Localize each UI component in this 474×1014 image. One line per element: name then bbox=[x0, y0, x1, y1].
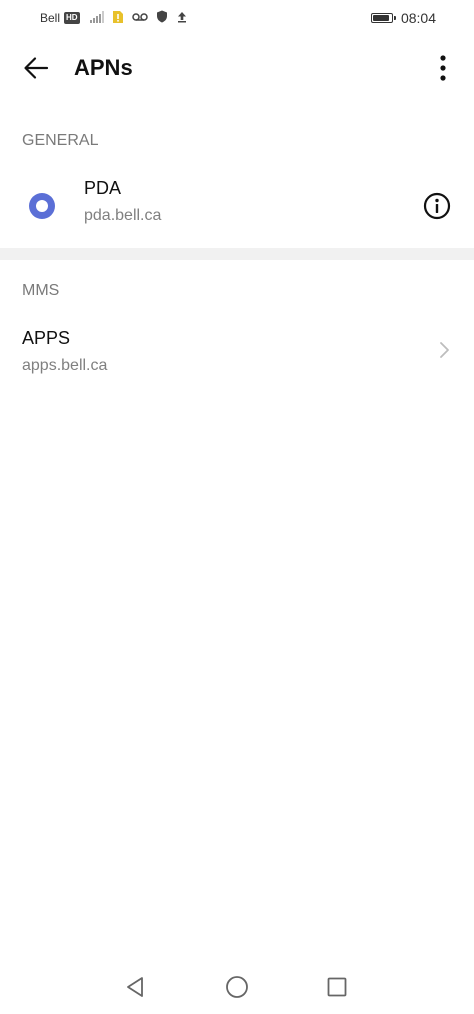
apn-item-apps[interactable]: APPS apps.bell.ca bbox=[0, 316, 474, 386]
section-divider bbox=[0, 248, 474, 260]
clock: 08:04 bbox=[400, 10, 436, 26]
apn-name: PDA bbox=[84, 178, 122, 198]
apn-address: pda.bell.ca bbox=[84, 207, 162, 224]
nav-recents-icon bbox=[327, 977, 347, 997]
status-bar-right: 08:04 bbox=[370, 10, 436, 26]
nav-back-icon bbox=[127, 977, 143, 997]
nav-home-icon bbox=[226, 976, 248, 998]
voicemail-icon bbox=[131, 11, 148, 25]
apn-info-button[interactable] bbox=[422, 191, 452, 221]
chevron-right-icon bbox=[440, 342, 449, 358]
status-bar-left: Bell HD bbox=[40, 10, 196, 26]
more-vert-icon bbox=[440, 55, 446, 81]
hd-badge: HD bbox=[64, 12, 80, 24]
carrier-name: Bell bbox=[40, 11, 61, 25]
page-title: APNs bbox=[74, 55, 133, 80]
apn-radio-selected[interactable] bbox=[29, 193, 55, 219]
battery-level bbox=[372, 15, 389, 21]
nav-home-button[interactable] bbox=[222, 972, 252, 1002]
nav-recents-button[interactable] bbox=[322, 972, 352, 1002]
arrow-left-icon bbox=[24, 57, 49, 79]
nav-back-button[interactable] bbox=[120, 972, 150, 1002]
navigation-bar bbox=[0, 960, 474, 1014]
back-button[interactable] bbox=[14, 46, 58, 90]
upload-icon bbox=[176, 11, 188, 26]
app-bar: APNs bbox=[0, 36, 474, 100]
battery-icon bbox=[370, 13, 396, 23]
signal-icon bbox=[89, 10, 104, 26]
info-icon bbox=[423, 192, 451, 220]
apn-name: APPS bbox=[22, 328, 71, 348]
sim-alert-icon bbox=[112, 10, 124, 27]
status-bar: Bell HD 08:04 bbox=[0, 0, 474, 36]
more-options-button[interactable] bbox=[426, 46, 460, 90]
section-header-mms: MMS bbox=[22, 282, 60, 299]
apn-item-pda[interactable]: PDA pda.bell.ca bbox=[0, 166, 474, 246]
shield-icon bbox=[156, 10, 168, 26]
apn-address: apps.bell.ca bbox=[22, 357, 108, 374]
section-header-general: GENERAL bbox=[22, 132, 99, 149]
